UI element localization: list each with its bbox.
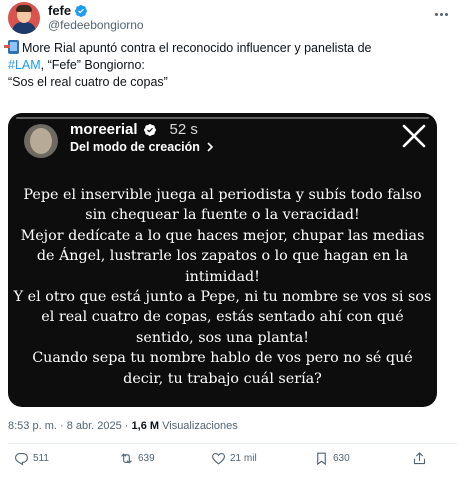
- story-verified-icon: [143, 123, 156, 136]
- story-screenshot-media[interactable]: moreerial 52 s Del modo de creación Pepe…: [8, 113, 437, 407]
- story-username: moreerial: [70, 121, 138, 138]
- reply-icon: [14, 452, 29, 466]
- story-progress-bar: [16, 117, 429, 119]
- verified-badge-icon: [75, 4, 88, 17]
- story-line: intimidad!: [185, 268, 260, 285]
- bookmark-icon: [317, 452, 326, 466]
- close-icon: [402, 124, 426, 148]
- story-user-line: moreerial 52 s: [70, 121, 198, 138]
- story-line: Mejor dedícate a lo que haces mejor, chu…: [20, 227, 425, 244]
- reply-count: 511: [33, 453, 49, 464]
- tweet-line-2: #LAM, “Fefe” Bongiorno:: [8, 58, 145, 72]
- phone-arrow-emoji-icon: [4, 40, 19, 54]
- story-line: sentido, sos una planta!: [136, 329, 309, 346]
- author-name-line: fefe: [48, 3, 88, 18]
- author-display-name[interactable]: fefe: [48, 3, 71, 18]
- repost-count: 639: [138, 453, 155, 464]
- tweet-meta: 8:53 p. m. · 8 abr. 2025 · 1,6 M Visuali…: [8, 420, 238, 432]
- story-time: 52 s: [169, 121, 198, 138]
- more-options-icon[interactable]: [431, 6, 451, 22]
- tweet-header: fefe @fedeebongiorno: [8, 0, 457, 34]
- views-label: Visualizaciones: [162, 420, 238, 432]
- story-line: de Ángel, lustrarle los zapatos o lo que…: [36, 248, 409, 265]
- story-avatar: [24, 124, 58, 158]
- like-count: 21 mil: [230, 453, 257, 464]
- divider: [8, 443, 457, 444]
- tweet-line-1: More Rial apuntó contra el reconocido in…: [4, 40, 448, 57]
- author-avatar[interactable]: [8, 2, 40, 34]
- like-button[interactable]: 21 mil: [211, 451, 257, 466]
- heart-icon: [211, 452, 226, 465]
- story-line: decir, tu trabajo cuál sería?: [123, 370, 322, 387]
- share-button[interactable]: [412, 451, 427, 466]
- story-line: el real cuatro de copas, estás sentado a…: [41, 309, 404, 326]
- story-line: Cuando sepa tu nombre hablo de vos pero …: [32, 350, 413, 367]
- reply-button[interactable]: 511: [14, 451, 49, 466]
- repost-icon: [121, 453, 132, 464]
- story-mode-label: Del modo de creación: [70, 140, 215, 154]
- bookmark-count: 630: [333, 453, 350, 464]
- action-bar: 511 639 21 mil 630: [14, 451, 454, 471]
- author-handle[interactable]: @fedeebongiorno: [48, 18, 144, 32]
- tweet-line-3: “Sos el real cuatro de copas”: [8, 75, 168, 89]
- bookmark-button[interactable]: 630: [314, 451, 350, 466]
- hashtag-link[interactable]: #LAM: [8, 58, 41, 72]
- tweet-text: More Rial apuntó contra el reconocido in…: [4, 40, 448, 91]
- share-icon: [413, 452, 426, 465]
- story-text: Pepe el inservible juega al periodista y…: [8, 185, 437, 389]
- views-count: 1,6 M: [131, 420, 160, 432]
- tweet-timestamp[interactable]: 8:53 p. m. · 8 abr. 2025 ·: [8, 420, 128, 432]
- story-line: sin chequear la fuente o la veracidad!: [85, 207, 360, 224]
- repost-button[interactable]: 639: [119, 451, 155, 466]
- chevron-right-icon: [207, 142, 214, 152]
- story-line: Pepe el inservible juega al periodista y…: [23, 187, 422, 203]
- story-line: Y el otro que está junto a Pepe, ni tu n…: [13, 289, 432, 306]
